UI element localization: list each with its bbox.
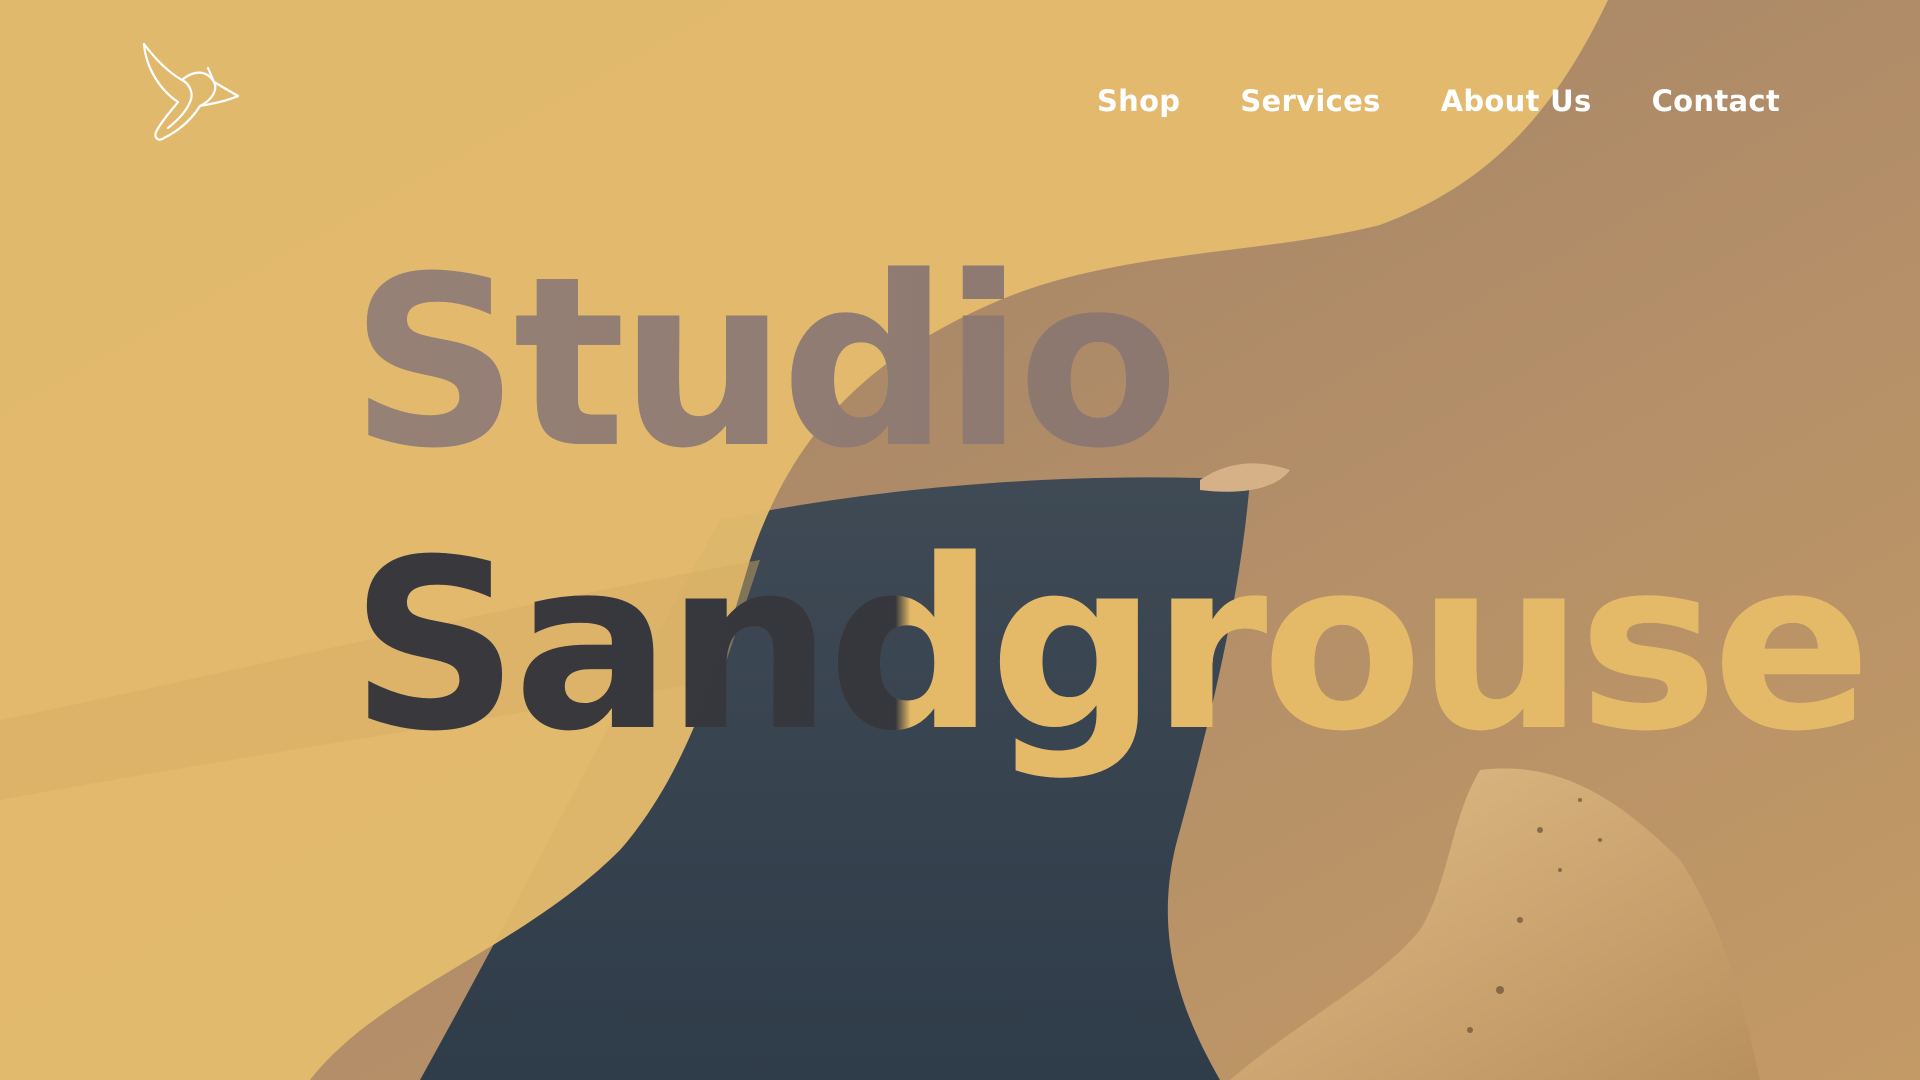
nav-link-shop[interactable]: Shop — [1097, 84, 1180, 118]
hero-title: Studio Sandgrouse — [350, 222, 1871, 788]
main-navigation: Shop Services About Us Contact — [1097, 84, 1780, 118]
nav-link-services[interactable]: Services — [1240, 84, 1380, 118]
landing-page: Shop Services About Us Contact Studio Sa… — [0, 0, 1920, 1080]
nav-link-contact[interactable]: Contact — [1652, 84, 1780, 118]
hero-title-line2: Sandgrouse — [350, 505, 1871, 788]
hero-title-line1: Studio — [350, 222, 1865, 505]
nav-link-about-us[interactable]: About Us — [1441, 84, 1592, 118]
hummingbird-logo-icon[interactable] — [138, 38, 258, 158]
